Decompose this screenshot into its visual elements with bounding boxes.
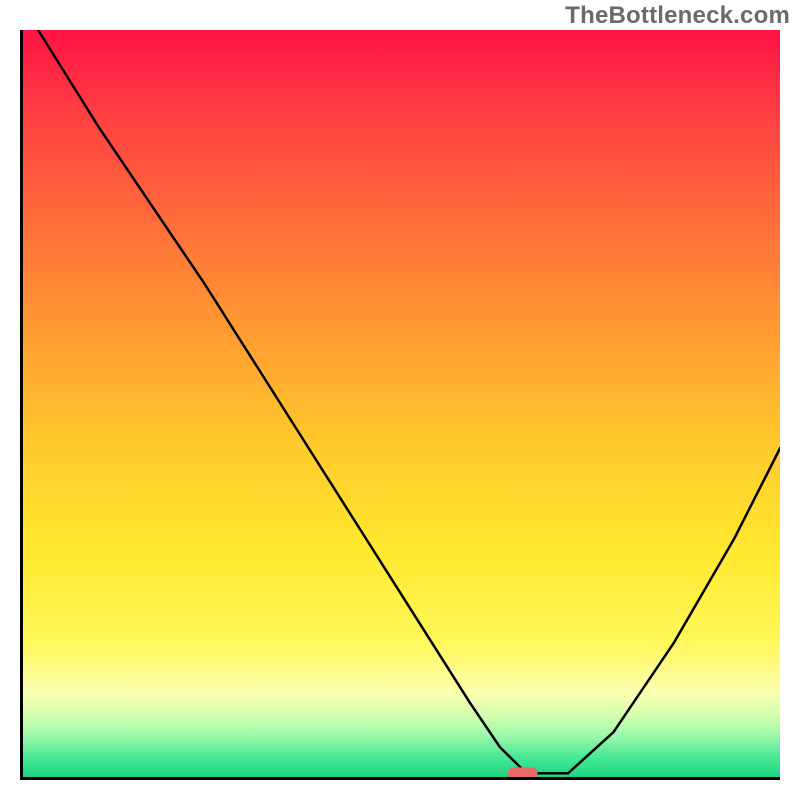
chart-stage: TheBottleneck.com (0, 0, 800, 800)
gradient-background (23, 30, 780, 777)
plot-frame (20, 30, 780, 780)
watermark-text: TheBottleneck.com (565, 2, 790, 30)
optimum-marker (508, 767, 538, 777)
plot-svg (23, 30, 780, 777)
